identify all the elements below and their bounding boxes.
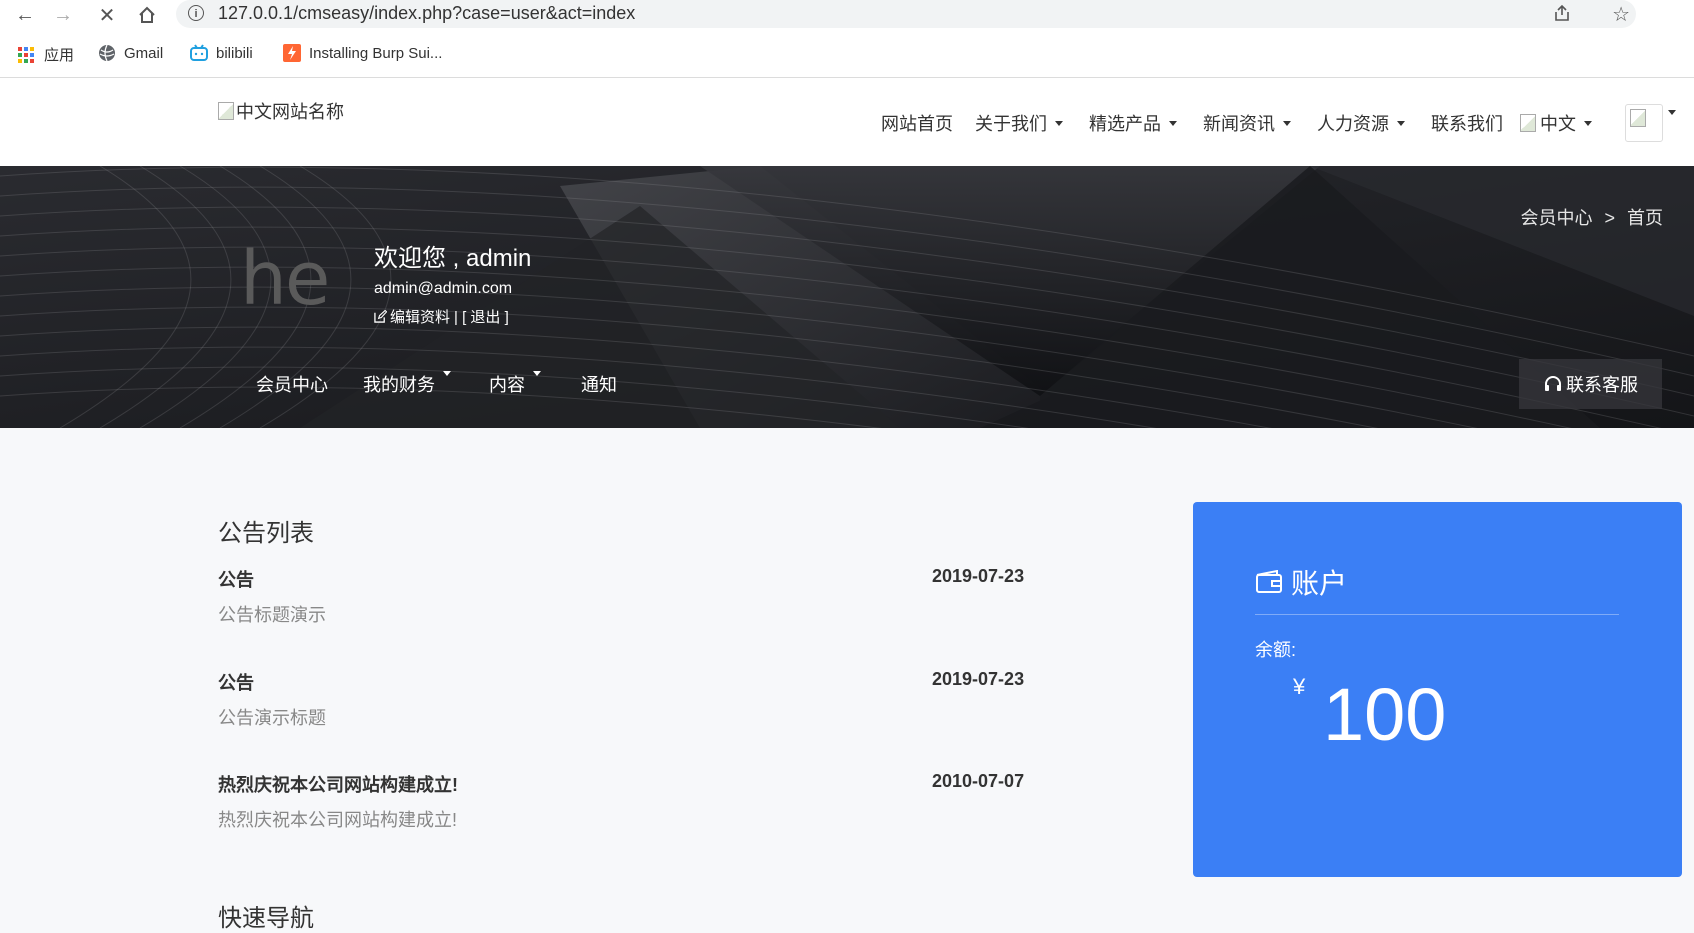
member-nav-finance[interactable]: 我的财务 (363, 371, 451, 397)
contact-support-button[interactable]: 联系客服 (1519, 359, 1662, 409)
notice-title[interactable]: 公告 (218, 566, 254, 592)
burp-icon (283, 44, 301, 62)
logout-link[interactable]: | [ 退出 ] (454, 306, 509, 327)
user-email: admin@admin.com (374, 280, 513, 297)
language-selector[interactable]: 中文 (1520, 110, 1592, 136)
support-label: 联系客服 (1566, 375, 1638, 395)
bookmark-burp[interactable]: Installing Burp Sui... (283, 44, 442, 62)
main-nav-label: 新闻资讯 (1203, 114, 1275, 134)
main-nav-home[interactable]: 网站首页 (881, 110, 953, 136)
broken-image-icon (1630, 109, 1646, 127)
address-bar[interactable]: i 127.0.0.1/cmseasy/index.php?case=user&… (176, 0, 1636, 28)
bookmark-apps[interactable]: 应用 (18, 44, 74, 65)
home-icon[interactable] (134, 2, 160, 28)
member-nav-content[interactable]: 内容 (489, 371, 541, 397)
caret-down-icon (533, 371, 541, 376)
member-nav-notice[interactable]: 通知 (581, 371, 617, 397)
notice-date: 2019-07-23 (932, 566, 1025, 586)
site-info-icon[interactable]: i (188, 5, 204, 21)
notice-subtitle[interactable]: 公告标题演示 (218, 601, 326, 627)
main-nav-label: 联系我们 (1431, 114, 1503, 134)
bookmark-label: Installing Burp Sui... (309, 44, 443, 62)
flag-image-icon (1520, 114, 1536, 132)
main-nav-label: 网站首页 (881, 114, 953, 134)
breadcrumb-parent[interactable]: 会员中心 (1520, 208, 1592, 228)
notice-date: 2019-07-23 (932, 669, 1025, 689)
member-nav-center[interactable]: 会员中心 (256, 371, 328, 397)
caret-down-icon (1169, 120, 1177, 126)
broken-image-icon (218, 102, 234, 120)
main-nav-label: 精选产品 (1089, 114, 1161, 134)
quick-nav-title: 快速导航 (218, 905, 314, 932)
main-nav-hr[interactable]: 人力资源 (1317, 110, 1405, 136)
avatar-dropdown-toggle[interactable] (1668, 110, 1676, 115)
member-nav-label: 内容 (489, 375, 525, 395)
globe-icon (99, 44, 115, 62)
main-nav-label: 关于我们 (975, 114, 1047, 134)
divider (1255, 614, 1619, 615)
notice-list-title: 公告列表 (218, 520, 314, 547)
main-nav-label: 人力资源 (1317, 114, 1389, 134)
main-nav-products[interactable]: 精选产品 (1089, 110, 1177, 136)
account-card: 账户 余额: ¥ 100 (1193, 502, 1682, 877)
notice-subtitle[interactable]: 热烈庆祝本公司网站构建成立! (218, 806, 457, 832)
notice-title[interactable]: 公告 (218, 669, 254, 695)
welcome-text: 欢迎您 , admin (374, 245, 532, 272)
bookmark-gmail[interactable]: Gmail (98, 44, 163, 62)
profile-links: 编辑资料 | [ 退出 ] (374, 306, 509, 327)
balance-label: 余额: (1255, 640, 1297, 660)
main-nav-about[interactable]: 关于我们 (975, 110, 1063, 136)
breadcrumb-current: 首页 (1627, 208, 1663, 228)
bookmark-label: Gmail (124, 44, 164, 62)
member-banner: 会员中心 > 首页 he 欢迎您 , admin admin@admin.com 编… (0, 166, 1694, 428)
bookmark-label: bilibili (216, 44, 253, 62)
bookmark-label: 应用 (44, 47, 75, 64)
url-text[interactable]: 127.0.0.1/cmseasy/index.php?case=user&ac… (218, 3, 635, 24)
stop-loading-icon[interactable]: ✕ (94, 2, 120, 28)
apps-grid-icon (18, 46, 34, 63)
account-title: 账户 (1291, 568, 1348, 599)
main-nav-contact[interactable]: 联系我们 (1431, 110, 1503, 136)
bookmarks-bar: 应用 Gmail bilibili Installing Burp Sui... (0, 30, 1694, 78)
site-logo[interactable]: 中文网站名称 (218, 98, 344, 124)
member-nav-label: 通知 (581, 375, 617, 395)
bookmark-star-icon[interactable]: ☆ (1612, 2, 1630, 27)
logo-alt-text: 中文网站名称 (236, 102, 344, 122)
caret-down-icon (1397, 120, 1405, 126)
caret-down-icon (1055, 120, 1063, 126)
balance-value: 100 (1323, 673, 1447, 756)
forward-arrow-icon[interactable]: → (50, 2, 76, 28)
edit-profile-link[interactable]: 编辑资料 (390, 306, 450, 327)
back-arrow-icon[interactable]: ← (12, 2, 38, 28)
account-header: 账户 (1255, 562, 1347, 602)
headset-icon (1545, 376, 1561, 391)
notice-date: 2010-07-07 (932, 771, 1025, 791)
bilibili-icon (190, 44, 208, 61)
main-nav-news[interactable]: 新闻资讯 (1203, 110, 1291, 136)
member-nav-label: 会员中心 (256, 375, 328, 395)
edit-icon (374, 310, 387, 323)
notice-subtitle[interactable]: 公告演示标题 (218, 704, 326, 730)
caret-down-icon (1584, 120, 1592, 126)
caret-down-icon (1283, 120, 1291, 126)
wallet-icon (1256, 570, 1282, 593)
member-nav-label: 我的财务 (363, 375, 435, 395)
currency-symbol: ¥ (1293, 674, 1306, 699)
caret-down-icon (1668, 110, 1676, 115)
site-header: 中文网站名称 网站首页 关于我们 精选产品 新闻资讯 人力资源 联系我们 中文 (0, 78, 1694, 166)
caret-down-icon (443, 371, 451, 376)
language-label: 中文 (1540, 114, 1576, 134)
breadcrumb-separator: > (1604, 208, 1615, 228)
notice-title[interactable]: 热烈庆祝本公司网站构建成立! (218, 771, 458, 797)
bookmark-bilibili[interactable]: bilibili (190, 44, 253, 62)
user-avatar-button[interactable] (1625, 104, 1663, 142)
breadcrumb: 会员中心 > 首页 (1520, 204, 1663, 230)
share-icon[interactable] (1552, 3, 1572, 28)
avatar[interactable]: he (240, 236, 330, 322)
browser-toolbar: ← → ✕ i 127.0.0.1/cmseasy/index.php?case… (0, 0, 1694, 30)
